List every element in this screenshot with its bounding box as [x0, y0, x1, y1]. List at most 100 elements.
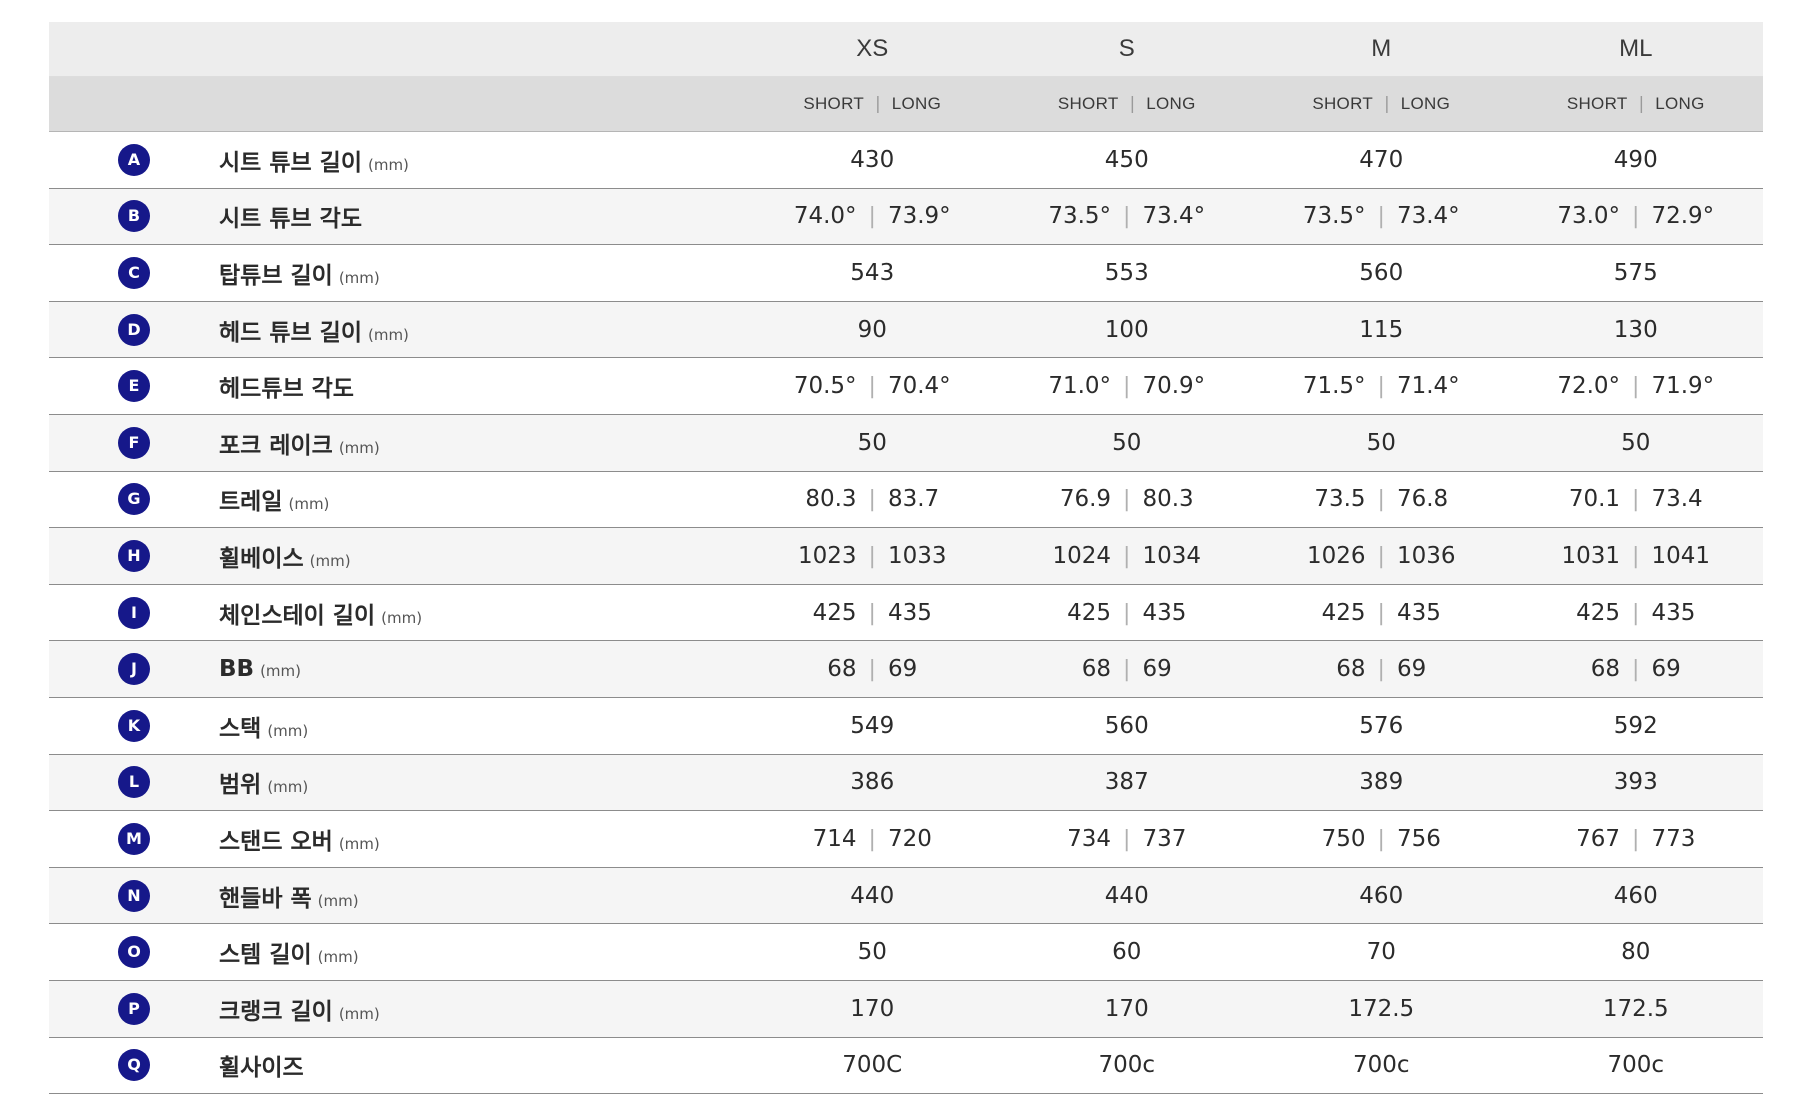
value: 172.5 — [1602, 995, 1669, 1022]
measurement-unit: (mm) — [338, 438, 380, 457]
value-cell: 560 — [999, 697, 1254, 755]
value-cell: 700c — [1254, 1037, 1509, 1095]
short-value: 714 — [812, 825, 857, 852]
short-value: 425 — [812, 599, 857, 626]
short-long-header-cell: SHORT | LONG — [745, 76, 1000, 132]
value: 170 — [1104, 995, 1149, 1022]
value: 440 — [1104, 882, 1149, 909]
value-separator: | — [1123, 204, 1131, 230]
value-cell: 130 — [1508, 301, 1763, 359]
measurement-label: 헤드튜브 각도 — [219, 376, 354, 403]
value: 440 — [850, 882, 895, 909]
long-value: 435 — [887, 599, 932, 626]
long-value: 720 — [887, 825, 932, 852]
value-cell: 100 — [999, 301, 1254, 359]
letter-cell: L — [49, 754, 219, 812]
letter-badge: H — [118, 539, 150, 572]
letter-badge: A — [118, 143, 150, 176]
short-value: 72.0° — [1557, 373, 1621, 400]
table-row: E 헤드튜브 각도 70.5° | 70.4° 71.0° | 70.9° 71.5° | 71.4… — [49, 357, 1763, 415]
value-cell: 72.0° | 71.9° — [1508, 357, 1763, 415]
value: 50 — [857, 939, 887, 966]
value-cell: 70.1 | 73.4 — [1508, 471, 1763, 529]
value: 450 — [1104, 146, 1149, 173]
letter-badge: N — [118, 879, 150, 912]
value: 50 — [857, 429, 887, 456]
short-long-header-row: SHORT | LONG SHORT | LONG SHORT | LONG SHORT | LONG — [49, 76, 1763, 132]
measurement-label-cell: 스택 (mm) — [219, 697, 745, 755]
value-separator: | — [868, 374, 876, 400]
value: 90 — [857, 316, 887, 343]
value-cell: 425 | 435 — [1254, 584, 1509, 642]
value-separator: | — [1632, 374, 1640, 400]
measurement-label: 휠베이스 — [219, 545, 304, 572]
value: 389 — [1359, 769, 1404, 796]
value-cell: 1024 | 1034 — [999, 527, 1254, 585]
short-value: 71.5° — [1302, 373, 1366, 400]
table-row: G 트레일 (mm) 80.3 | 83.7 76.9 | 80.3 73.5 | 76.8 70.1 |… — [49, 471, 1763, 529]
long-value: 73.4° — [1396, 203, 1460, 230]
long-value: 76.8 — [1396, 486, 1449, 513]
letter-badge: G — [118, 483, 150, 516]
long-value: 1036 — [1396, 542, 1456, 569]
value-cell: 68 | 69 — [1254, 640, 1509, 698]
letter-cell: E — [49, 357, 219, 415]
measurement-unit: (mm) — [260, 662, 301, 681]
short-value: 1026 — [1306, 542, 1366, 569]
short-value: 68 — [1336, 656, 1366, 683]
measurement-label-cell: 헤드 튜브 길이 (mm) — [219, 301, 745, 359]
short-value: 68 — [1081, 656, 1112, 683]
letter-badge: P — [118, 992, 150, 1025]
short-label: SHORT — [1312, 94, 1374, 113]
letter-cell: M — [49, 810, 219, 868]
value-cell: 393 — [1508, 754, 1763, 812]
table-row: M 스탠드 오버 (mm) 714 | 720 734 | 737 750 | 756 767 | 773 — [49, 810, 1763, 868]
long-value: 73.4 — [1651, 486, 1703, 513]
table-row: Q 휠사이즈 700C 700c 700c 700c — [49, 1037, 1763, 1095]
value-separator: | — [1632, 657, 1640, 683]
value: 543 — [850, 259, 895, 286]
long-value: 69 — [887, 656, 918, 683]
value-cell: 80 — [1508, 923, 1763, 981]
long-value: 773 — [1651, 825, 1696, 852]
value-cell: 386 — [745, 754, 1000, 812]
measurement-label: 체인스테이 길이 — [219, 602, 376, 629]
table-row: B 시트 튜브 각도 74.0° | 73.9° 73.5° | 73.4° 73.5° | 73.… — [49, 188, 1763, 246]
value-cell: 74.0° | 73.9° — [745, 188, 1000, 246]
letter-badge: E — [118, 370, 150, 403]
long-label: LONG — [1400, 94, 1451, 113]
letter-badge: C — [118, 256, 150, 289]
value-separator: | — [1377, 543, 1385, 569]
value-cell: 170 — [745, 980, 1000, 1038]
value: 700c — [1098, 1052, 1156, 1079]
measurement-unit: (mm) — [309, 551, 351, 570]
measurement-unit: (mm) — [338, 268, 380, 287]
letter-badge: J — [118, 653, 150, 686]
value: 549 — [850, 712, 895, 739]
value-separator: | — [1632, 204, 1640, 230]
value-cell: 170 — [999, 980, 1254, 1038]
geometry-table: XS S M ML SHORT | LONG SHORT | LONG SHORT | LONG… — [49, 22, 1763, 1095]
measurement-label: 헤드 튜브 길이 — [219, 319, 362, 346]
letter-cell: I — [49, 584, 219, 642]
measurement-label-cell: 포크 레이크 (mm) — [219, 414, 745, 472]
value: 700C — [842, 1052, 903, 1079]
measurement-label: 범위 — [219, 772, 262, 799]
value-cell: 1031 | 1041 — [1508, 527, 1763, 585]
value-cell: 1026 | 1036 — [1254, 527, 1509, 585]
table-row: D 헤드 튜브 길이 (mm) 90 100 115 130 — [49, 301, 1763, 359]
value-cell: 592 — [1508, 697, 1763, 755]
value-cell: 750 | 756 — [1254, 810, 1509, 868]
short-value: 750 — [1321, 825, 1366, 852]
measurement-label-cell: BB (mm) — [219, 640, 745, 698]
value-cell: 50 — [1254, 414, 1509, 472]
value-separator: | — [1632, 487, 1640, 513]
long-value: 1041 — [1651, 542, 1710, 569]
short-value: 76.9 — [1059, 486, 1112, 513]
size-header-xs: XS — [745, 22, 1000, 77]
value: 50 — [1621, 429, 1651, 456]
short-long-header-cell: SHORT | LONG — [1508, 76, 1763, 132]
measurement-unit: (mm) — [267, 778, 309, 797]
value-cell: 387 — [999, 754, 1254, 812]
table-row: F 포크 레이크 (mm) 50 50 50 50 — [49, 414, 1763, 472]
